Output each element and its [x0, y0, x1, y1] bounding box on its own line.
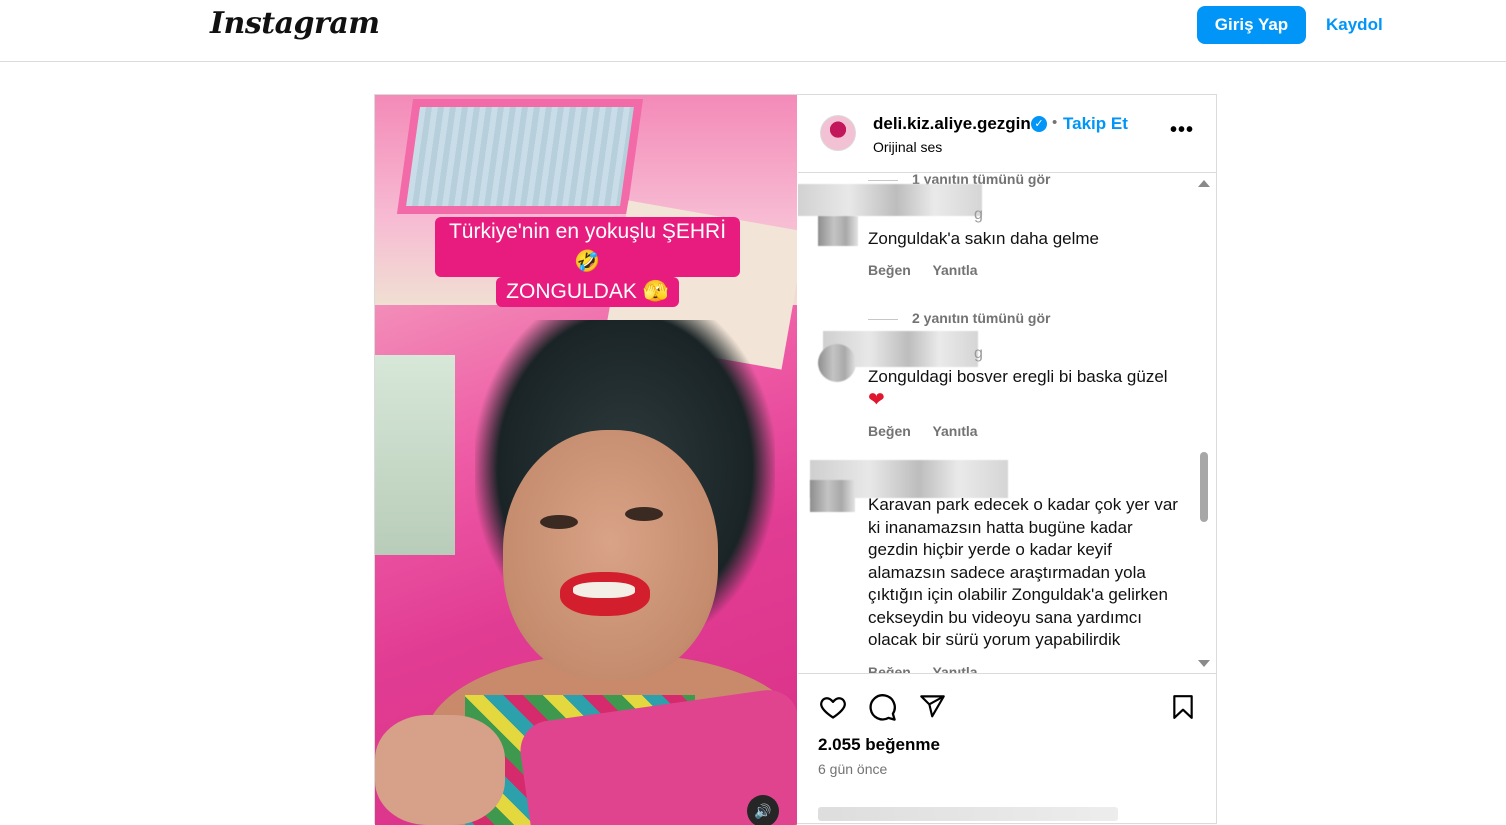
- likes-count[interactable]: 2.055 beğenme: [818, 735, 940, 755]
- video-caption-overlay: Türkiye'nin en yokuşlu ŞEHRİ 🤣 ZONGULDAK…: [435, 217, 740, 307]
- bookmark-icon[interactable]: [1170, 693, 1196, 721]
- comment-actions: Beğen Yanıtla: [868, 664, 996, 673]
- top-navigation: Instagram Giriş Yap Kaydol: [0, 0, 1506, 62]
- comment-text: Karavan park edecek o kadar çok yer var …: [868, 495, 1178, 649]
- view-replies-link[interactable]: 2 yanıtın tümünü gör: [868, 310, 1050, 326]
- comment-actions: Beğen Yanıtla: [868, 262, 996, 278]
- instagram-logo[interactable]: Instagram: [210, 6, 380, 41]
- reply-comment-button[interactable]: Yanıtla: [932, 423, 977, 439]
- signup-link[interactable]: Kaydol: [1326, 15, 1383, 35]
- video-caption-line-2: ZONGULDAK 🫣: [496, 277, 679, 307]
- audio-label[interactable]: Orijinal ses: [873, 139, 942, 155]
- scroll-up-arrow-icon[interactable]: [1198, 180, 1210, 187]
- video-scene-person: [503, 430, 718, 680]
- login-button[interactable]: Giriş Yap: [1197, 6, 1306, 44]
- comment-avatar[interactable]: [818, 344, 856, 382]
- verified-badge-icon: ✓: [1031, 116, 1047, 132]
- header-separator: •: [1052, 114, 1058, 131]
- comment-avatar[interactable]: [810, 480, 855, 512]
- reply-comment-button[interactable]: Yanıtla: [932, 262, 977, 278]
- share-icon[interactable]: [918, 693, 947, 720]
- follow-button[interactable]: Takip Et: [1063, 114, 1128, 134]
- post-timestamp[interactable]: 6 gün önce: [818, 761, 887, 777]
- scrollbar-thumb[interactable]: [1200, 452, 1208, 522]
- like-comment-button[interactable]: Beğen: [868, 262, 911, 278]
- red-heart-emoji: ❤: [868, 388, 885, 411]
- volume-icon[interactable]: 🔊: [747, 795, 779, 825]
- blurred-username: [798, 184, 982, 216]
- comments-scrollbar[interactable]: [1198, 174, 1214, 673]
- comment-actions: Beğen Yanıtla: [868, 423, 996, 439]
- author-username[interactable]: deli.kiz.aliye.gezgin: [873, 114, 1031, 134]
- post-header: deli.kiz.aliye.gezgin ✓ • Takip Et Oriji…: [798, 95, 1217, 173]
- comment-avatar[interactable]: [818, 216, 858, 246]
- scroll-down-arrow-icon[interactable]: [1198, 660, 1210, 667]
- comment-text: Zonguldagi bosver eregli bi baska güzel …: [868, 367, 1168, 411]
- video-scene-skylight: [396, 99, 644, 214]
- author-avatar[interactable]: [820, 115, 856, 151]
- reply-comment-button[interactable]: Yanıtla: [932, 664, 977, 673]
- comment-text: Zonguldak'a sakın daha gelme: [868, 229, 1100, 248]
- like-comment-button[interactable]: Beğen: [868, 664, 911, 673]
- post-side-panel: deli.kiz.aliye.gezgin ✓ • Takip Et Oriji…: [798, 95, 1217, 825]
- post-container: Türkiye'nin en yokuşlu ŞEHRİ 🤣 ZONGULDAK…: [374, 94, 1217, 825]
- like-comment-button[interactable]: Beğen: [868, 423, 911, 439]
- post-video[interactable]: Türkiye'nin en yokuşlu ŞEHRİ 🤣 ZONGULDAK…: [375, 95, 797, 825]
- comments-list[interactable]: 1 yanıtın tümünü gör g Zonguldak'a sakın…: [798, 174, 1217, 674]
- comment-icon[interactable]: [868, 693, 897, 722]
- login-to-comment-hint: [818, 807, 1118, 821]
- more-options-icon[interactable]: •••: [1170, 119, 1194, 142]
- video-caption-line-1: Türkiye'nin en yokuşlu ŞEHRİ 🤣: [435, 217, 740, 277]
- heart-icon[interactable]: [818, 693, 848, 721]
